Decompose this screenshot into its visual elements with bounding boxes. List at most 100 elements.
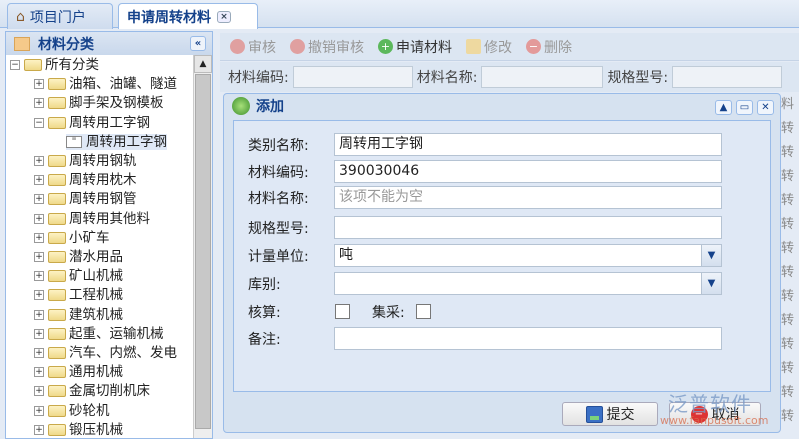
add-dialog: 添加 ▲ ▭ ✕ 类别名称: 周转用工字钢 材料编码: 390030046 材料… <box>223 93 781 433</box>
expand-icon[interactable]: + <box>34 232 44 243</box>
folder-icon <box>48 270 66 283</box>
apply-material-button[interactable]: + 申请材料 <box>378 37 452 57</box>
spec-search-input[interactable] <box>672 66 783 88</box>
grid-cell-fragment: 转 <box>781 169 795 184</box>
grid-cell-fragment: 转 <box>781 313 795 328</box>
tree-scrollbar[interactable]: ▲ <box>193 55 212 438</box>
chevron-down-icon[interactable]: ▼ <box>701 245 721 266</box>
maximize-icon[interactable]: ▭ <box>736 100 753 115</box>
expand-icon[interactable]: + <box>34 328 44 339</box>
tree-item[interactable]: + 周转用钢管 <box>34 191 137 207</box>
expand-icon[interactable]: + <box>34 367 44 378</box>
tree-item[interactable]: + 砂轮机 <box>34 403 110 419</box>
tree-item[interactable]: + 矿山机械 <box>34 268 123 284</box>
save-icon <box>585 405 603 423</box>
unaudit-button[interactable]: 撤销审核 <box>290 37 364 57</box>
collapse-icon[interactable]: − <box>34 117 44 128</box>
close-icon[interactable]: ✕ <box>757 100 774 115</box>
tree-item[interactable]: − 周转用工字钢 <box>34 115 150 131</box>
name-label: 材料名称: <box>416 70 478 86</box>
expand-icon[interactable]: + <box>34 386 44 397</box>
expand-icon[interactable]: + <box>34 348 44 358</box>
scroll-up-icon[interactable]: ▲ <box>194 55 212 73</box>
collapse-icon[interactable]: − <box>10 60 20 70</box>
tree-item[interactable]: + 通用机械 <box>34 364 123 380</box>
scroll-thumb[interactable] <box>195 74 211 429</box>
expand-icon[interactable]: + <box>34 175 44 186</box>
tree-item-label: 周转用工字钢 <box>86 133 167 150</box>
tree-item[interactable]: + 建筑机械 <box>34 307 123 323</box>
unit-value: 吨 <box>339 247 353 263</box>
expand-icon[interactable]: + <box>34 424 44 435</box>
tree-item[interactable]: + 工程机械 <box>34 287 123 303</box>
grid-cell-fragment: 转 <box>781 193 795 208</box>
user-icon <box>230 39 245 54</box>
tree-item-label: 油箱、油罐、隧道 <box>69 76 177 93</box>
expand-icon[interactable]: + <box>34 309 44 320</box>
tree-item[interactable]: + 周转用其他料 <box>34 211 150 227</box>
tree-item[interactable]: + 起重、运输机械 <box>34 326 164 342</box>
grid-cell-fragment: 转 <box>781 217 795 232</box>
tree-item-label: 周转用钢轨 <box>69 153 137 169</box>
expand-icon[interactable]: + <box>34 405 44 416</box>
dialog-title: 添加 <box>256 99 284 115</box>
audit-button[interactable]: 审核 <box>230 37 276 57</box>
button-label: 删除 <box>544 39 572 56</box>
folder-icon <box>48 78 66 91</box>
name-input[interactable]: 该项不能为空 <box>334 186 722 209</box>
tab-bar: ⌂ 项目门户 申请周转材料 × <box>0 0 799 29</box>
remark-input[interactable] <box>334 327 722 350</box>
check-label: 核算: <box>248 305 281 321</box>
tab-home[interactable]: ⌂ 项目门户 <box>7 3 113 29</box>
code-input[interactable]: 390030046 <box>334 160 722 183</box>
tree-item-label: 起重、运输机械 <box>69 325 164 342</box>
tree-item[interactable]: − 所有分类 <box>10 57 99 73</box>
expand-icon[interactable]: + <box>34 79 44 90</box>
collapse-button[interactable]: « <box>190 36 206 51</box>
collapse-icon[interactable]: ▲ <box>715 100 732 115</box>
close-icon[interactable]: × <box>217 10 231 23</box>
expand-icon[interactable]: + <box>34 290 44 301</box>
folder-icon <box>48 174 66 187</box>
name-search-input[interactable] <box>481 66 604 88</box>
chevron-down-icon[interactable]: ▼ <box>701 273 721 294</box>
unit-select[interactable]: 吨 ▼ <box>334 244 722 267</box>
tab-apply-material[interactable]: 申请周转材料 × <box>118 3 258 29</box>
expand-icon[interactable]: + <box>34 271 44 282</box>
tree-item[interactable]: + 周转用枕木 <box>34 172 137 188</box>
user-icon <box>290 39 305 54</box>
folder-icon <box>48 423 66 436</box>
category-input[interactable]: 周转用工字钢 <box>334 133 722 156</box>
tree-item[interactable]: + 脚手架及钢模板 <box>34 95 164 111</box>
button-label: 修改 <box>484 39 512 56</box>
expand-icon[interactable]: + <box>34 194 44 205</box>
tree-item[interactable]: + 周转用钢轨 <box>34 153 137 169</box>
delete-button[interactable]: − 删除 <box>526 37 572 57</box>
grid-cell-fragment: 转 <box>781 337 795 352</box>
folder-icon <box>48 308 66 321</box>
panel-header: 材料分类 « <box>6 32 212 55</box>
code-search-input[interactable] <box>292 66 413 88</box>
expand-icon[interactable]: + <box>34 213 44 224</box>
collect-checkbox[interactable] <box>416 304 431 319</box>
check-checkbox[interactable] <box>335 304 350 319</box>
tree-item[interactable]: + 汽车、内燃、发电 <box>34 345 177 361</box>
tree-item-label: 建筑机械 <box>69 306 123 323</box>
edit-button[interactable]: 修改 <box>466 37 512 57</box>
tree-item-label: 周转用钢管 <box>69 191 137 208</box>
expand-icon[interactable]: + <box>34 156 44 166</box>
store-select[interactable]: ▼ <box>334 272 722 295</box>
tree-item[interactable]: + 油箱、油罐、隧道 <box>34 76 177 92</box>
expand-icon[interactable]: + <box>34 98 44 109</box>
tree-item-label: 汽车、内燃、发电 <box>69 345 177 361</box>
tree-item[interactable]: ≡ 周转用工字钢 <box>66 133 167 150</box>
tree-item[interactable]: + 锻压机械 <box>34 422 123 438</box>
grid-cell-fragment: 转 <box>781 241 795 256</box>
tree-item[interactable]: + 潜水用品 <box>34 249 123 265</box>
submit-button[interactable]: 提交 <box>562 402 658 426</box>
tree-item[interactable]: + 小矿车 <box>34 230 110 246</box>
spec-input[interactable] <box>334 216 722 239</box>
file-icon: ≡ <box>66 135 82 148</box>
expand-icon[interactable]: + <box>34 252 44 262</box>
tree-item[interactable]: + 金属切削机床 <box>34 383 150 399</box>
